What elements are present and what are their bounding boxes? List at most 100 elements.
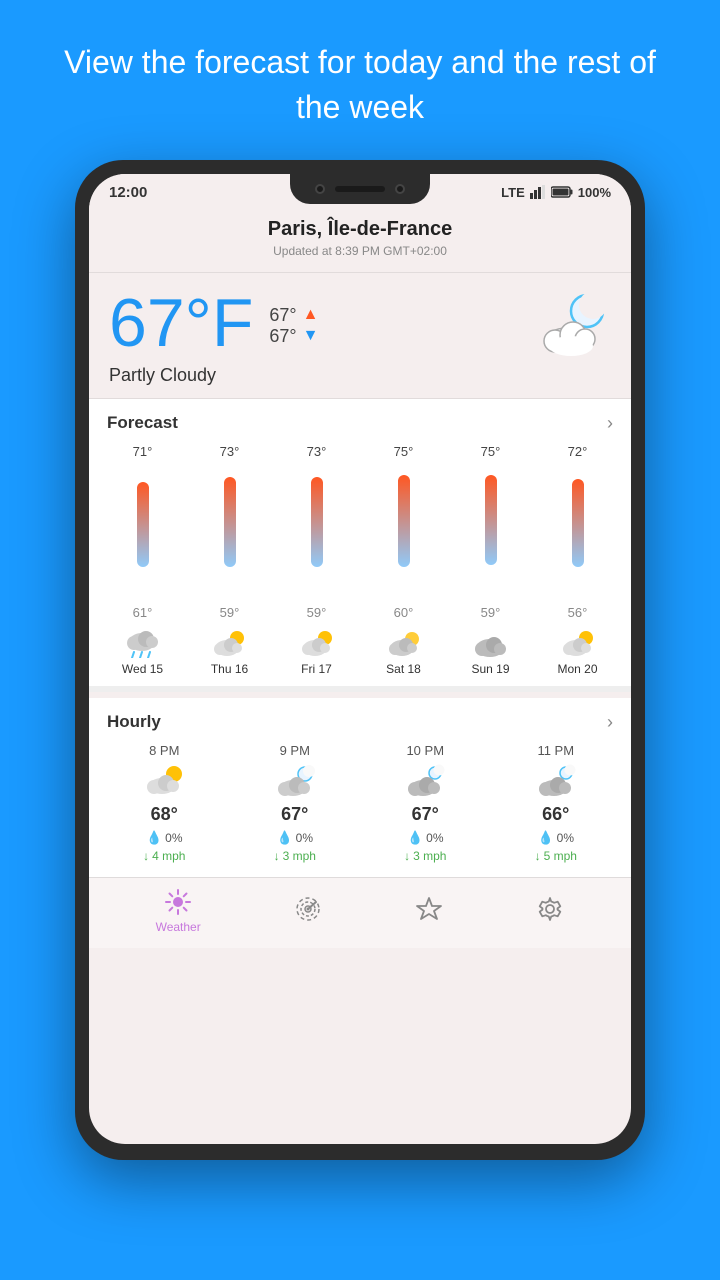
hourly-items: 8 PM 68° 💧 0% ↓ 4 mph (89, 743, 631, 877)
hour-8pm-precip: 💧 0% (146, 830, 183, 846)
camera (315, 184, 325, 194)
low-temp-row: 67° ▼ (269, 326, 318, 347)
mon20-low: 56° (568, 605, 588, 620)
hour-11pm-time: 11 PM (537, 743, 574, 758)
current-condition: Partly Cloudy (109, 365, 318, 386)
nav-settings[interactable] (536, 895, 564, 927)
mon20-icon-area: Mon 20 (557, 628, 597, 676)
hourly-title: Hourly (107, 712, 161, 732)
hour-8pm-wind-val: 4 mph (152, 849, 185, 863)
status-right: LTE 100% (501, 185, 611, 200)
network-indicator: LTE (501, 185, 525, 200)
wind-arrow-8pm-icon: ↓ (143, 849, 149, 863)
high-temp-row: 67° ▲ (269, 305, 318, 326)
forecast-day-sat18: 75° 60° (370, 444, 438, 676)
forecast-day-wed15: 71° 61° (109, 444, 177, 676)
sun19-weather-icon (472, 628, 508, 658)
forecast-day-fri17: 73° 59° (283, 444, 351, 676)
fri17-weather-icon (299, 628, 335, 658)
hour-11pm-wind: ↓ 5 mph (535, 849, 577, 863)
hourly-header[interactable]: Hourly › (89, 698, 631, 743)
mon20-bar (571, 467, 585, 597)
partly-cloudy-night-svg (535, 291, 607, 356)
forecast-title: Forecast (107, 413, 178, 433)
sun19-high: 75° (481, 444, 501, 459)
mon20-weather-icon (560, 628, 596, 658)
phone-screen: 12:00 LTE 100% (89, 174, 631, 1144)
drop-icon-10pm: 💧 (407, 830, 423, 846)
camera-2 (395, 184, 405, 194)
hour-10pm-temp: 67° (412, 804, 439, 825)
speaker (335, 186, 385, 192)
gear-icon (536, 895, 564, 923)
hourly-item-9pm: 9 PM 67° 💧 (240, 743, 350, 863)
current-weather-icon (531, 289, 611, 359)
location-name: Paris, Île-de-France (109, 218, 611, 241)
sat18-icon-area: Sat 18 (386, 628, 422, 676)
up-arrow-icon: ▲ (303, 306, 319, 324)
hour-9pm-time: 9 PM (280, 743, 310, 758)
hourly-item-10pm: 10 PM 67° 💧 0% (370, 743, 480, 863)
battery-icon (551, 186, 573, 198)
hour-10pm-time: 10 PM (406, 743, 444, 758)
wed15-weather-icon (124, 628, 160, 658)
forecast-day-mon20: 72° 56° (544, 444, 612, 676)
forecast-arrow-icon: › (607, 413, 613, 434)
mon20-high: 72° (568, 444, 588, 459)
wed15-label: Wed 15 (122, 662, 163, 676)
settings-nav-icon (536, 895, 564, 923)
current-left: 67°F 67° ▲ 67° ▼ Partly Cloudy (109, 289, 318, 386)
wed15-low: 61° (133, 605, 153, 620)
forecast-header[interactable]: Forecast › (89, 399, 631, 444)
phone-frame: 12:00 LTE 100% (75, 160, 645, 1160)
location-header: Paris, Île-de-France Updated at 8:39 PM … (89, 206, 631, 273)
nav-weather[interactable]: Weather (156, 888, 201, 934)
hour-9pm-precip: 💧 0% (276, 830, 313, 846)
nav-favorites[interactable] (415, 895, 443, 927)
forecast-section: Forecast › 71° (89, 399, 631, 686)
drop-icon-9pm: 💧 (276, 830, 292, 846)
hour-10pm-icon (405, 764, 445, 798)
nav-radar[interactable] (294, 895, 322, 927)
forecast-day-thu16: 73° 59° (196, 444, 264, 676)
sat18-weather-icon (386, 628, 422, 658)
low-temp: 67° (269, 326, 296, 347)
wind-arrow-9pm-icon: ↓ (274, 849, 280, 863)
sun-icon (164, 888, 192, 916)
thu16-bar (223, 467, 237, 597)
forecast-days: 71° 61° (89, 444, 631, 686)
hour-9pm-wind: ↓ 3 mph (274, 849, 316, 863)
fri17-label: Fri 17 (301, 662, 332, 676)
mon20-label: Mon 20 (557, 662, 597, 676)
status-bar: 12:00 LTE 100% (89, 174, 631, 206)
thu16-weather-icon (211, 628, 247, 658)
hour-9pm-temp: 67° (281, 804, 308, 825)
weather-nav-icon (164, 888, 192, 916)
sat18-high: 75° (394, 444, 414, 459)
hour-8pm-time: 8 PM (149, 743, 179, 758)
hourly-section: Hourly › 8 PM 68° 💧 (89, 698, 631, 877)
wed15-icon-area: Wed 15 (122, 628, 163, 676)
sat18-label: Sat 18 (386, 662, 421, 676)
hour-10pm-precip: 💧 0% (407, 830, 444, 846)
hour-11pm-precip-val: 0% (557, 831, 574, 845)
fri17-icon-area: Fri 17 (299, 628, 335, 676)
hourly-item-11pm: 11 PM 66° 💧 0% (501, 743, 611, 863)
hourly-arrow-icon: › (607, 712, 613, 733)
fri17-high: 73° (307, 444, 327, 459)
hour-8pm-temp: 68° (151, 804, 178, 825)
hour-9pm-wind-val: 3 mph (283, 849, 316, 863)
hour-9pm-precip-val: 0% (296, 831, 313, 845)
hour-11pm-wind-val: 5 mph (544, 849, 577, 863)
fri17-bar (310, 467, 324, 597)
weather-nav-label: Weather (156, 920, 201, 934)
sun19-label: Sun 19 (471, 662, 509, 676)
current-weather: 67°F 67° ▲ 67° ▼ Partly Cloudy (89, 273, 631, 399)
hero-headline: View the forecast for today and the rest… (0, 0, 720, 160)
thu16-label: Thu 16 (211, 662, 248, 676)
hour-10pm-precip-val: 0% (426, 831, 443, 845)
down-arrow-icon: ▼ (303, 327, 319, 345)
thu16-low: 59° (220, 605, 240, 620)
forecast-day-sun19: 75° 59° (457, 444, 525, 676)
star-icon (415, 895, 443, 923)
